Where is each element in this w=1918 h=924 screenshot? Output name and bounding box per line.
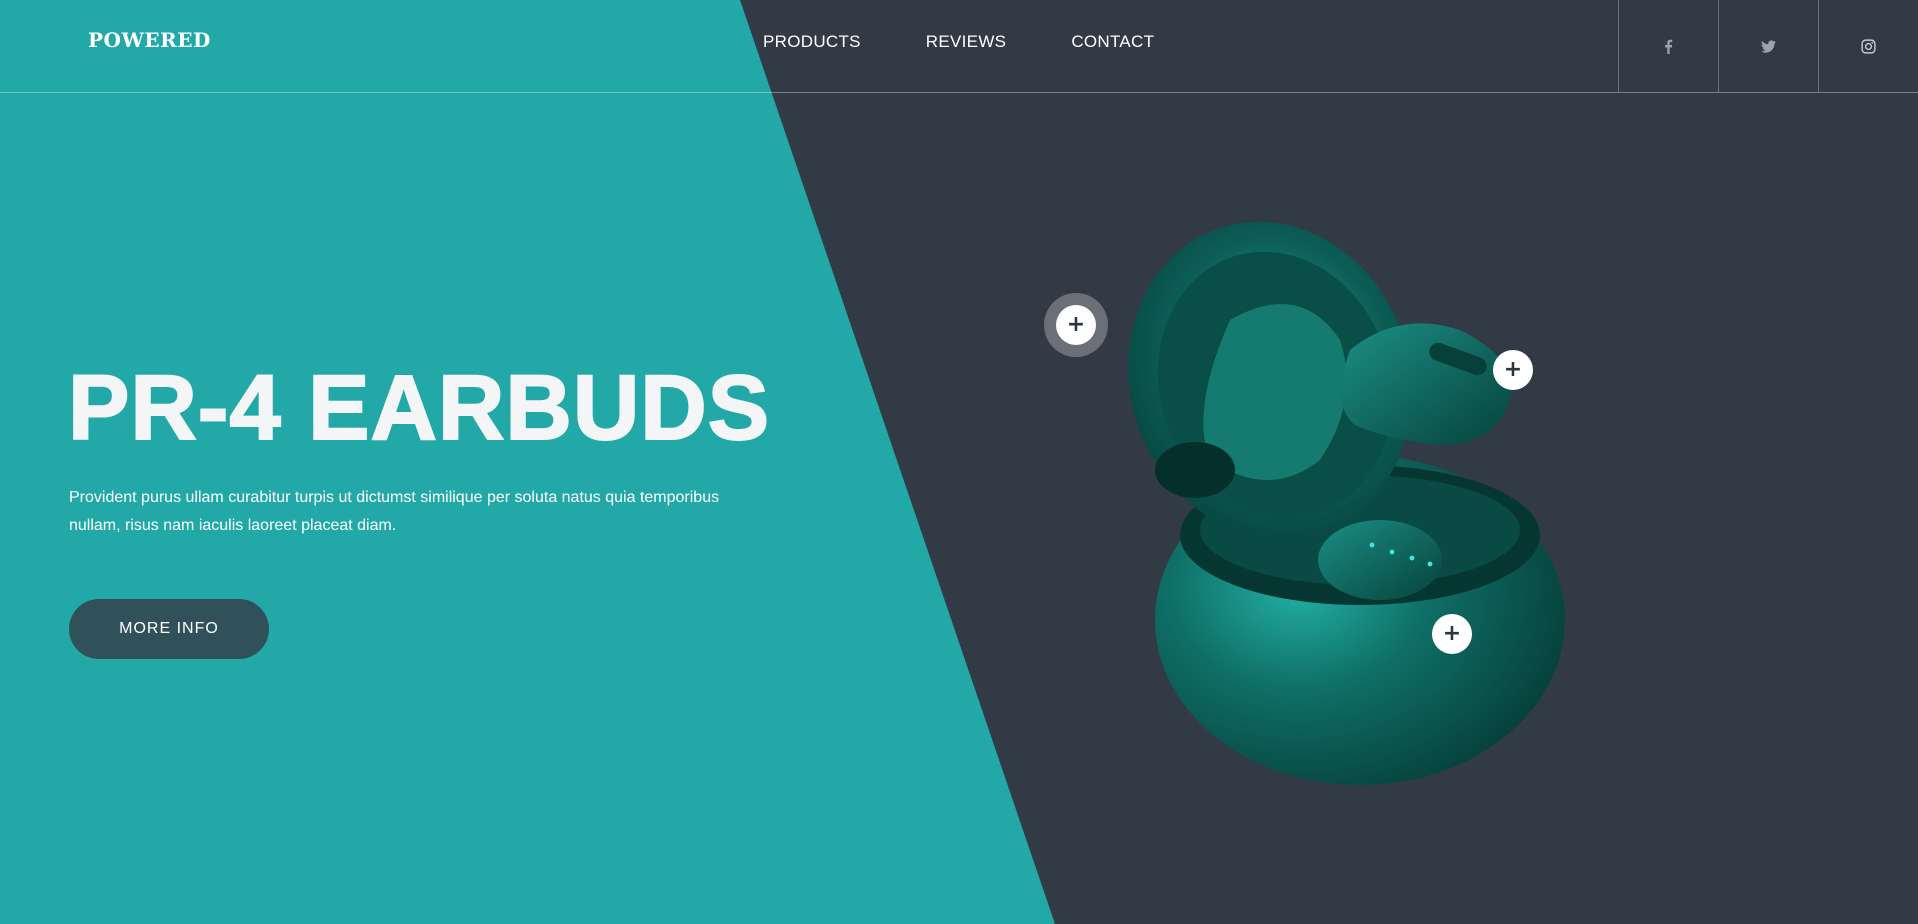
facebook-icon [1665,39,1673,54]
header-divider [0,92,1918,93]
hotspot-earbud-button[interactable]: + [1493,350,1533,390]
facebook-link[interactable] [1618,0,1718,92]
nav-item-contact[interactable]: CONTACT [1071,32,1154,52]
twitter-link[interactable] [1718,0,1818,92]
hotspot-case-button[interactable]: + [1432,614,1472,654]
instagram-icon [1861,38,1876,54]
main-nav: PRODUCTS REVIEWS CONTACT [763,32,1154,52]
earbuds-case-image [1127,221,1565,785]
hotspot-lid-button[interactable]: + [1056,305,1096,345]
hero-title: PR-4 EARBUDS [67,357,771,459]
hero-description: Provident purus ullam curabitur turpis u… [69,489,720,534]
teal-background-panel [0,0,1055,924]
nav-item-reviews[interactable]: REVIEWS [926,32,1007,52]
brand-logo[interactable]: POWERED [88,28,211,52]
social-links [1618,0,1918,92]
instagram-link[interactable] [1818,0,1918,92]
more-info-button[interactable]: MORE INFO [69,599,269,659]
nav-item-products[interactable]: PRODUCTS [763,32,861,52]
twitter-icon [1761,39,1776,53]
